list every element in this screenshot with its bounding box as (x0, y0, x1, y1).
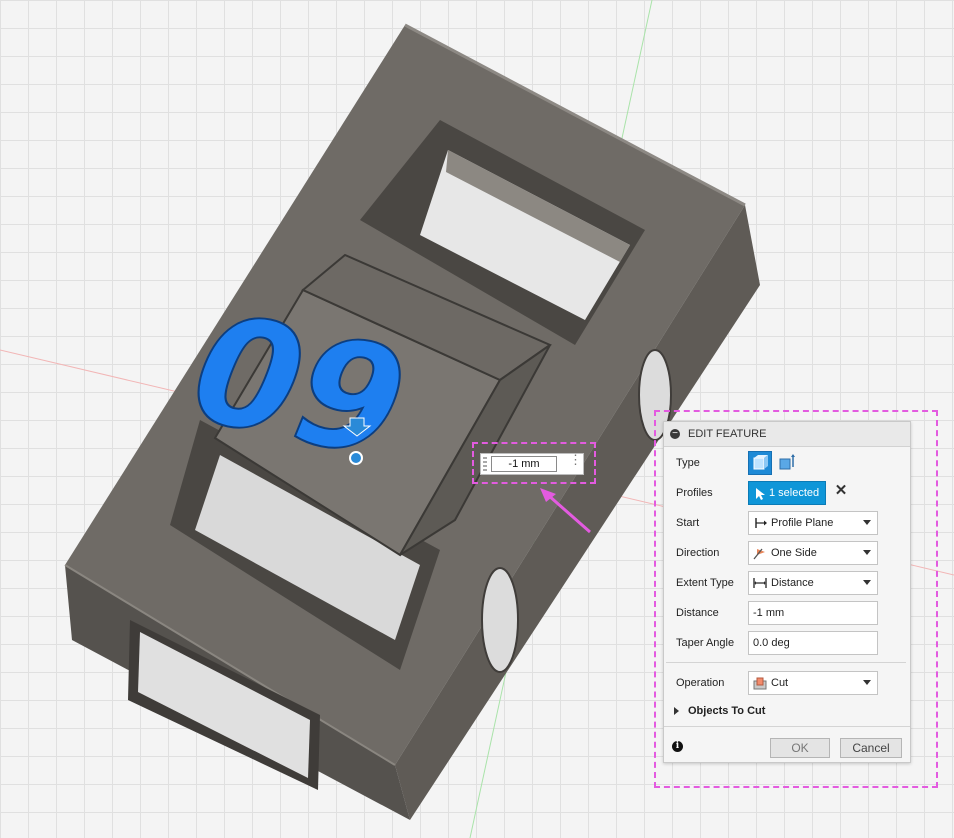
chevron-down-icon (863, 520, 871, 525)
row-profiles: Profiles 1 selected ✕ (664, 478, 910, 508)
panel-title: EDIT FEATURE (688, 428, 767, 440)
direction-label: Direction (676, 547, 720, 559)
direction-value: One Side (771, 547, 817, 559)
objects-to-cut-label: Objects To Cut (688, 705, 766, 717)
one-side-icon (753, 548, 765, 560)
row-distance: Distance (664, 598, 910, 628)
panel-footer: i OK Cancel (664, 726, 910, 763)
start-label: Start (676, 517, 700, 529)
profiles-select-button[interactable]: 1 selected (748, 481, 826, 505)
divider (666, 662, 906, 663)
chevron-down-icon (863, 680, 871, 685)
operation-label: Operation (676, 677, 725, 689)
manipulator-distance-input[interactable] (491, 456, 557, 472)
distance-field[interactable] (748, 601, 878, 625)
surface-extrude-icon (779, 454, 795, 470)
side-hole-lower (481, 567, 519, 673)
distance-input[interactable] (749, 602, 877, 624)
row-extent-type: Extent Type Distance (664, 568, 910, 598)
expand-triangle-icon (674, 707, 679, 715)
distance-manipulator[interactable]: ⋮ (480, 453, 584, 475)
more-options-icon[interactable]: ⋮ (569, 453, 582, 472)
operation-dropdown[interactable]: Cut (748, 671, 878, 695)
start-value: Profile Plane (771, 517, 834, 529)
start-dropdown[interactable]: Profile Plane (748, 511, 878, 535)
type-solid-button[interactable] (748, 451, 772, 475)
canvas-viewport[interactable]: 09 ⋮ − EDIT FEATURE Type (0, 0, 954, 838)
cancel-button[interactable]: Cancel (840, 738, 902, 758)
clear-selection-icon[interactable]: ✕ (834, 483, 848, 498)
drag-grip-icon[interactable] (483, 457, 487, 471)
distance-label: Distance (676, 607, 719, 619)
operation-value: Cut (771, 677, 789, 689)
extent-type-value: Distance (771, 577, 814, 589)
manipulator-origin (349, 451, 363, 465)
cursor-icon (756, 488, 765, 500)
chevron-down-icon (863, 550, 871, 555)
profiles-count: 1 selected (769, 487, 820, 499)
extent-type-label: Extent Type (676, 577, 734, 589)
taper-angle-field[interactable] (748, 631, 878, 655)
taper-angle-label: Taper Angle (676, 637, 735, 649)
info-icon[interactable]: i (672, 741, 683, 752)
ok-button[interactable]: OK (770, 738, 830, 758)
distance-icon (753, 578, 767, 588)
row-type: Type (664, 448, 910, 478)
row-operation: Operation Cut (664, 668, 910, 698)
profiles-label: Profiles (676, 487, 713, 499)
type-label: Type (676, 457, 700, 469)
row-start: Start Profile Plane (664, 508, 910, 538)
profile-plane-icon (755, 518, 767, 528)
extent-type-dropdown[interactable]: Distance (748, 571, 878, 595)
cut-icon (753, 677, 767, 690)
row-direction: Direction One Side (664, 538, 910, 568)
taper-angle-input[interactable] (749, 632, 877, 654)
objects-to-cut-section[interactable]: Objects To Cut (664, 702, 910, 722)
chevron-down-icon (863, 580, 871, 585)
direction-dropdown[interactable]: One Side (748, 541, 878, 565)
row-taper-angle: Taper Angle (664, 628, 910, 658)
panel-header[interactable]: − EDIT FEATURE (664, 422, 910, 447)
solid-extrude-icon (753, 455, 768, 470)
collapse-icon[interactable]: − (670, 429, 680, 439)
edit-feature-panel: − EDIT FEATURE Type Profiles 1 selected … (663, 421, 911, 763)
type-surface-button[interactable] (776, 451, 800, 475)
